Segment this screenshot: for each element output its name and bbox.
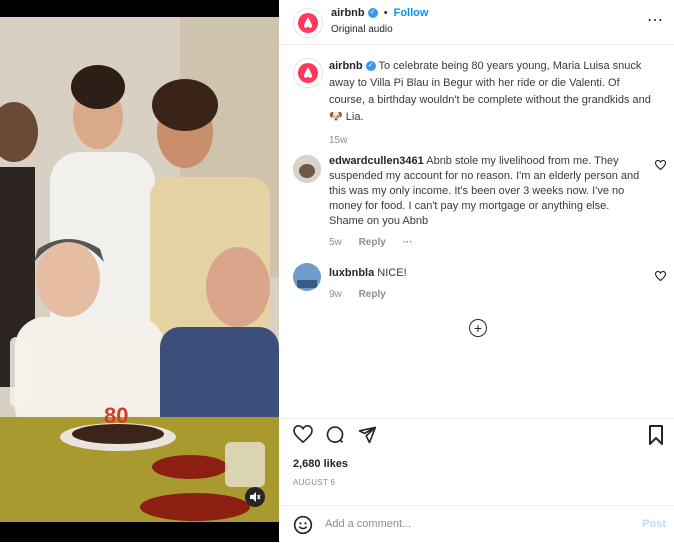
mute-icon[interactable]	[245, 487, 265, 507]
add-comment-bar: Add a comment... Post	[279, 505, 674, 543]
comment-more-icon[interactable]: ···	[403, 237, 413, 248]
comment-icon[interactable]	[325, 425, 345, 450]
comment-age[interactable]: 9w	[329, 289, 342, 300]
header-username[interactable]: airbnb	[331, 7, 365, 19]
verified-badge-icon: ✓	[367, 8, 378, 19]
caption-username[interactable]: airbnb	[329, 60, 363, 72]
add-comment-input[interactable]: Add a comment...	[325, 518, 411, 530]
airbnb-logo-icon	[298, 13, 318, 33]
likes-count[interactable]: 2,680 likes	[293, 458, 348, 470]
instagram-post-modal: 80 airbnb ✓ • Follow Original audio ⋯ ai…	[0, 0, 674, 542]
post-date[interactable]: AUGUST 6	[293, 478, 335, 487]
emoji-icon[interactable]	[293, 515, 313, 540]
caption-text: To celebrate being 80 years young, Maria…	[329, 60, 651, 123]
more-options-icon[interactable]: ⋯	[647, 10, 663, 30]
avatar[interactable]	[293, 8, 323, 38]
post-comment-button[interactable]: Post	[642, 518, 666, 530]
comment-item: luxbnbla NICE! 9w Reply	[329, 266, 644, 302]
post-media[interactable]: 80	[0, 0, 279, 542]
family-photo-illustration	[0, 17, 279, 522]
post-photo: 80	[0, 17, 279, 522]
reply-button[interactable]: Reply	[359, 237, 386, 248]
original-audio-link[interactable]: Original audio	[331, 24, 393, 35]
airbnb-logo-icon	[298, 63, 318, 83]
comment-avatar[interactable]	[293, 263, 321, 291]
cake-candle-number: 80	[104, 403, 129, 428]
header-separator: •	[383, 7, 388, 19]
follow-button[interactable]: Follow	[394, 7, 429, 19]
comment-like-heart-icon[interactable]	[654, 159, 667, 173]
reply-button[interactable]: Reply	[359, 289, 386, 300]
comment-avatar[interactable]	[293, 155, 321, 183]
action-bar	[279, 418, 674, 449]
load-more-comments-icon[interactable]: +	[469, 319, 487, 337]
caption-age[interactable]: 15w	[329, 135, 347, 146]
caption-avatar[interactable]	[293, 58, 323, 88]
caption: airbnb ✓ To celebrate being 80 years youn…	[329, 58, 654, 149]
comment-like-heart-icon[interactable]	[654, 270, 667, 284]
comment-age[interactable]: 5w	[329, 237, 342, 248]
comment-username[interactable]: edwardcullen3461	[329, 155, 424, 167]
share-icon[interactable]	[357, 425, 377, 450]
comment-item: edwardcullen3461 Abnb stole my livelihoo…	[329, 154, 644, 250]
post-details-panel: airbnb ✓ • Follow Original audio ⋯ airbnb…	[279, 0, 674, 542]
comment-text: NICE!	[377, 267, 407, 279]
heart-icon[interactable]	[293, 424, 313, 448]
comment-username[interactable]: luxbnbla	[329, 267, 374, 279]
verified-badge-icon: ✓	[365, 61, 376, 72]
bookmark-icon[interactable]	[648, 425, 664, 450]
post-header: airbnb ✓ • Follow Original audio ⋯	[279, 0, 674, 45]
